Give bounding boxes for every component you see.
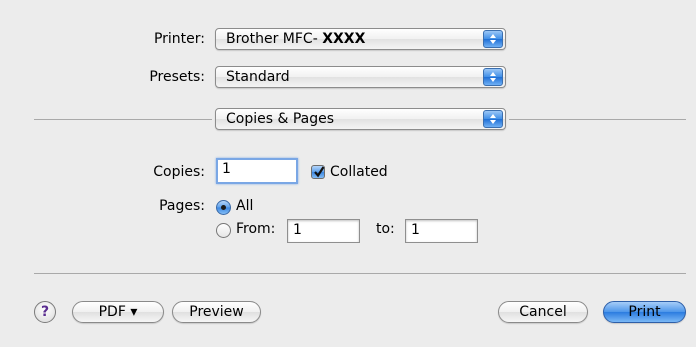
collated-checkbox[interactable] — [311, 165, 325, 179]
popup-arrows-icon — [483, 110, 503, 128]
pages-all-label[interactable]: All — [236, 198, 253, 214]
preview-button[interactable]: Preview — [172, 301, 261, 323]
pages-label: Pages: — [159, 198, 205, 214]
copies-input[interactable]: 1 — [216, 158, 298, 184]
presets-popup[interactable]: Standard — [215, 66, 506, 88]
pages-range-radio[interactable] — [216, 223, 231, 238]
cancel-button[interactable]: Cancel — [498, 301, 588, 323]
help-button[interactable]: ? — [34, 301, 56, 323]
print-button[interactable]: Print — [603, 301, 686, 323]
panel-popup[interactable]: Copies & Pages — [215, 108, 506, 130]
copies-label: Copies: — [153, 164, 205, 180]
separator-right — [509, 119, 686, 120]
popup-arrows-icon — [483, 68, 503, 86]
popup-arrows-icon — [483, 30, 503, 48]
pages-to-label: to: — [376, 221, 395, 237]
separator-left — [34, 119, 212, 120]
collated-label[interactable]: Collated — [330, 164, 388, 180]
pages-from-label[interactable]: From: — [236, 221, 275, 237]
presets-label: Presets: — [149, 69, 205, 85]
pages-to-input[interactable]: 1 — [405, 219, 478, 243]
printer-popup[interactable]: Brother MFC- XXXX — [215, 28, 506, 50]
panel-popup-value: Copies & Pages — [226, 111, 335, 127]
pdf-button[interactable]: PDF ▾ — [72, 301, 164, 323]
footer-separator — [34, 273, 686, 274]
printer-popup-value: Brother MFC- XXXX — [226, 31, 366, 47]
pages-from-input[interactable]: 1 — [287, 219, 360, 243]
checkmark-icon — [314, 166, 325, 178]
pages-all-radio[interactable] — [216, 200, 231, 215]
presets-popup-value: Standard — [226, 69, 290, 85]
printer-label: Printer: — [153, 31, 205, 47]
